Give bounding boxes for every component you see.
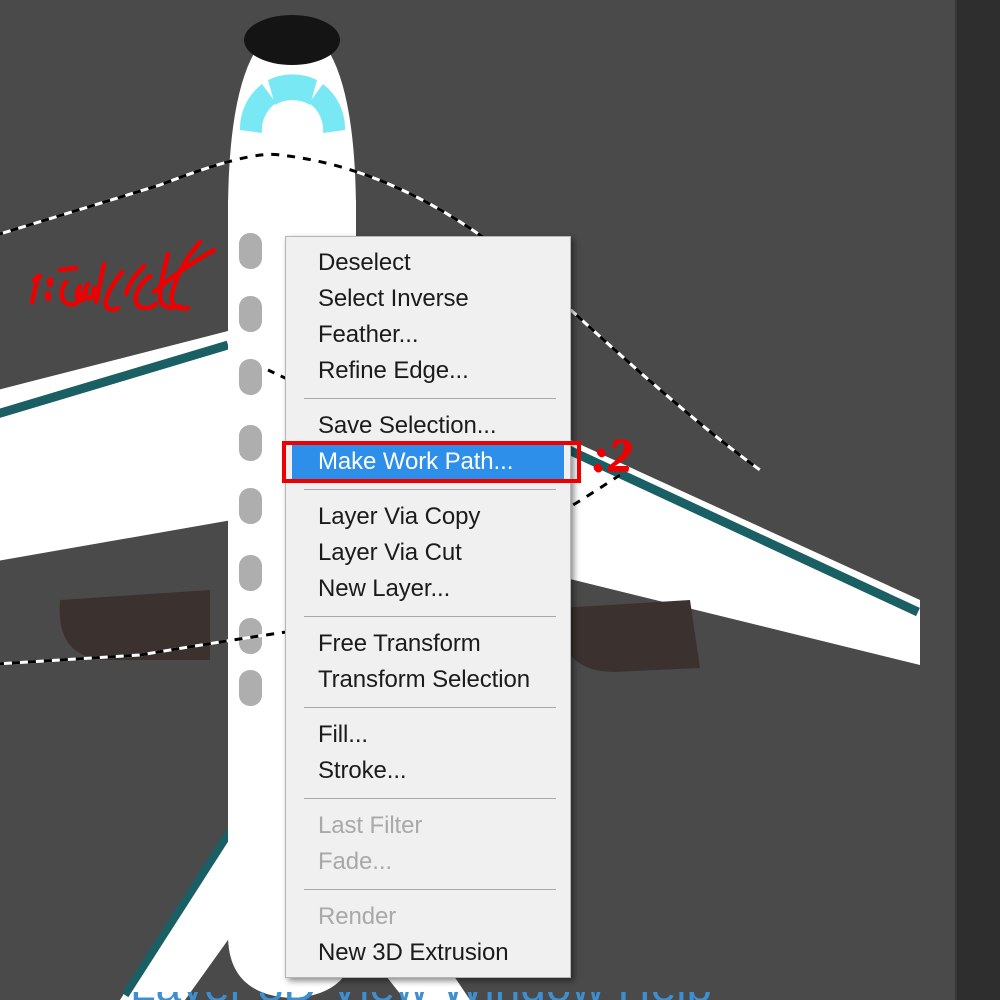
context-menu[interactable]: Deselect Select Inverse Feather... Refine E… <box>285 236 571 978</box>
photoshop-canvas[interactable]: :2 Layer 3D View Window Help DeselectSel… <box>0 0 957 1000</box>
menu-separator <box>304 798 556 799</box>
screenshot-root: :2 Layer 3D View Window Help DeselectSel… <box>0 0 1000 1000</box>
nose-tip <box>244 15 340 65</box>
annotation-step-one <box>18 236 228 316</box>
menu-item-layer-via-cut[interactable]: Layer Via Cut <box>286 535 570 571</box>
menu-item-fade: Fade... <box>318 848 393 875</box>
farsi-right-click-handwriting <box>29 239 217 312</box>
menu-item-make-work-path[interactable]: Make Work Path... <box>292 444 564 480</box>
menu-item-new-3d-extrusion[interactable]: New 3D Extrusion <box>286 935 570 971</box>
menu-separator <box>304 616 556 617</box>
menu-item-new-layer[interactable]: New Layer... <box>286 571 570 607</box>
left-wing-shape <box>0 330 232 561</box>
menu-item-deselect[interactable]: Deselect <box>286 245 570 281</box>
right-engine-shadow <box>559 600 700 672</box>
menu-separator <box>304 889 556 890</box>
menu-separator <box>304 489 556 490</box>
annotation-step-two: :2 <box>592 429 632 482</box>
menu-item-last-filter: Last Filter <box>318 812 423 839</box>
bottom-overflow-text-label: Layer 3D View Window Help <box>130 992 712 1000</box>
menu-item-render: Render <box>318 903 397 930</box>
left-engine-shadow <box>59 590 211 660</box>
menu-item-select-inverse[interactable]: Select Inverse <box>286 281 570 317</box>
menu-item-transform-selection[interactable]: Transform Selection <box>286 662 570 698</box>
right-dock-panel[interactable] <box>957 0 1000 1000</box>
menu-item-feather[interactable]: Feather... <box>286 317 570 353</box>
menu-item-save-selection[interactable]: Save Selection... <box>286 408 570 444</box>
menu-separator <box>304 398 556 399</box>
menu-separator <box>304 707 556 708</box>
menu-item-fill[interactable]: Fill... <box>286 717 570 753</box>
menu-item-refine-edge[interactable]: Refine Edge... <box>286 353 570 389</box>
bottom-overflow-text: Layer 3D View Window Help <box>0 992 957 1000</box>
menu-item-free-transform[interactable]: Free Transform <box>286 626 570 662</box>
menu-item-layer-via-copy[interactable]: Layer Via Copy <box>286 499 570 535</box>
menu-item-stroke[interactable]: Stroke... <box>286 753 570 789</box>
